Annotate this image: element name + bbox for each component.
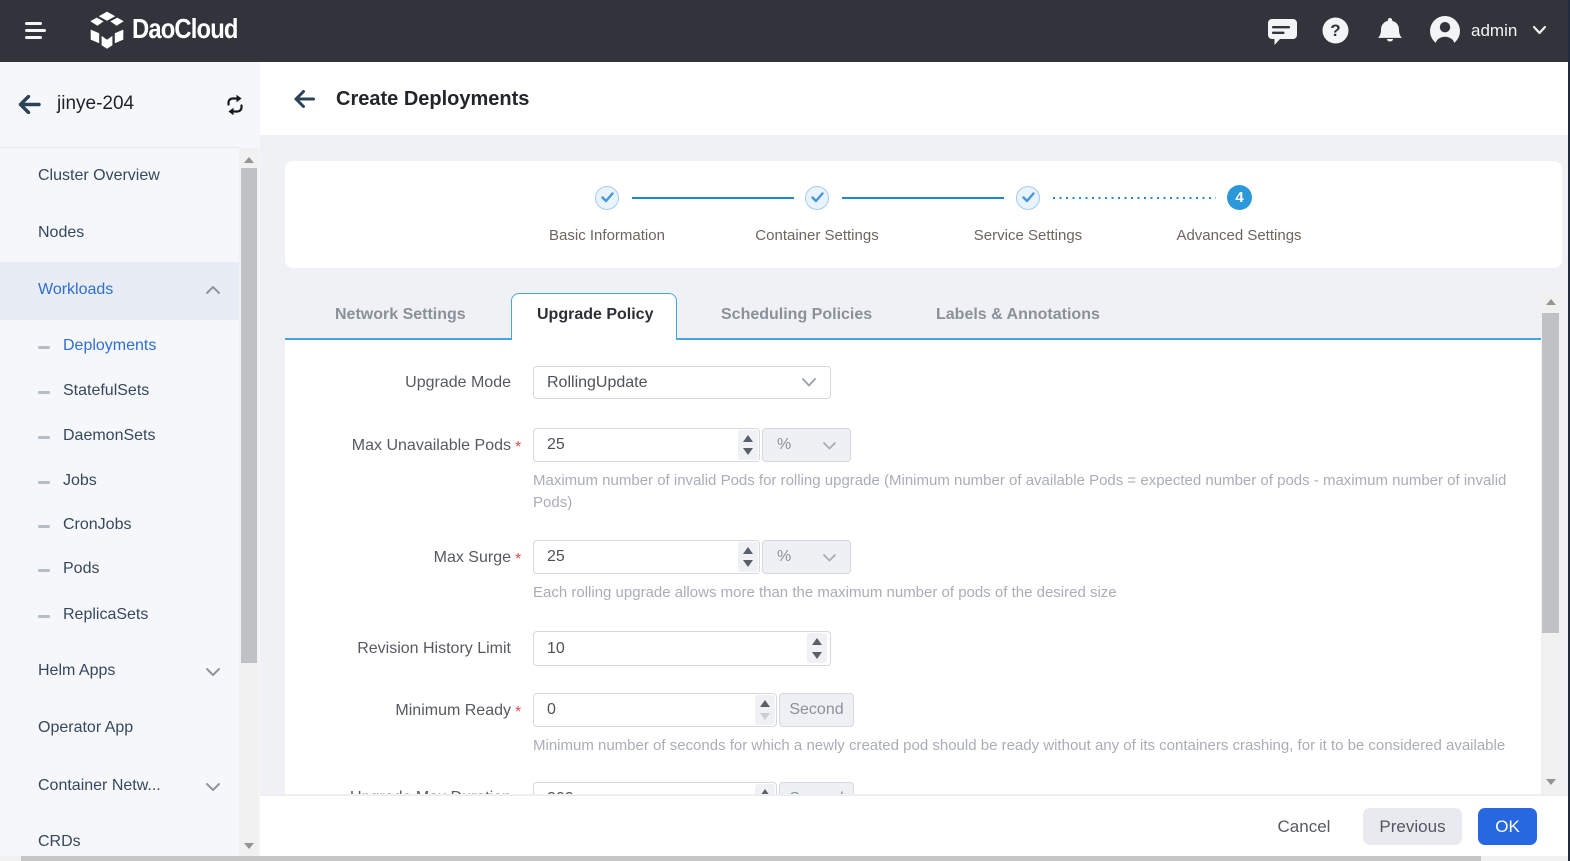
svg-text:?: ? <box>1330 21 1340 40</box>
